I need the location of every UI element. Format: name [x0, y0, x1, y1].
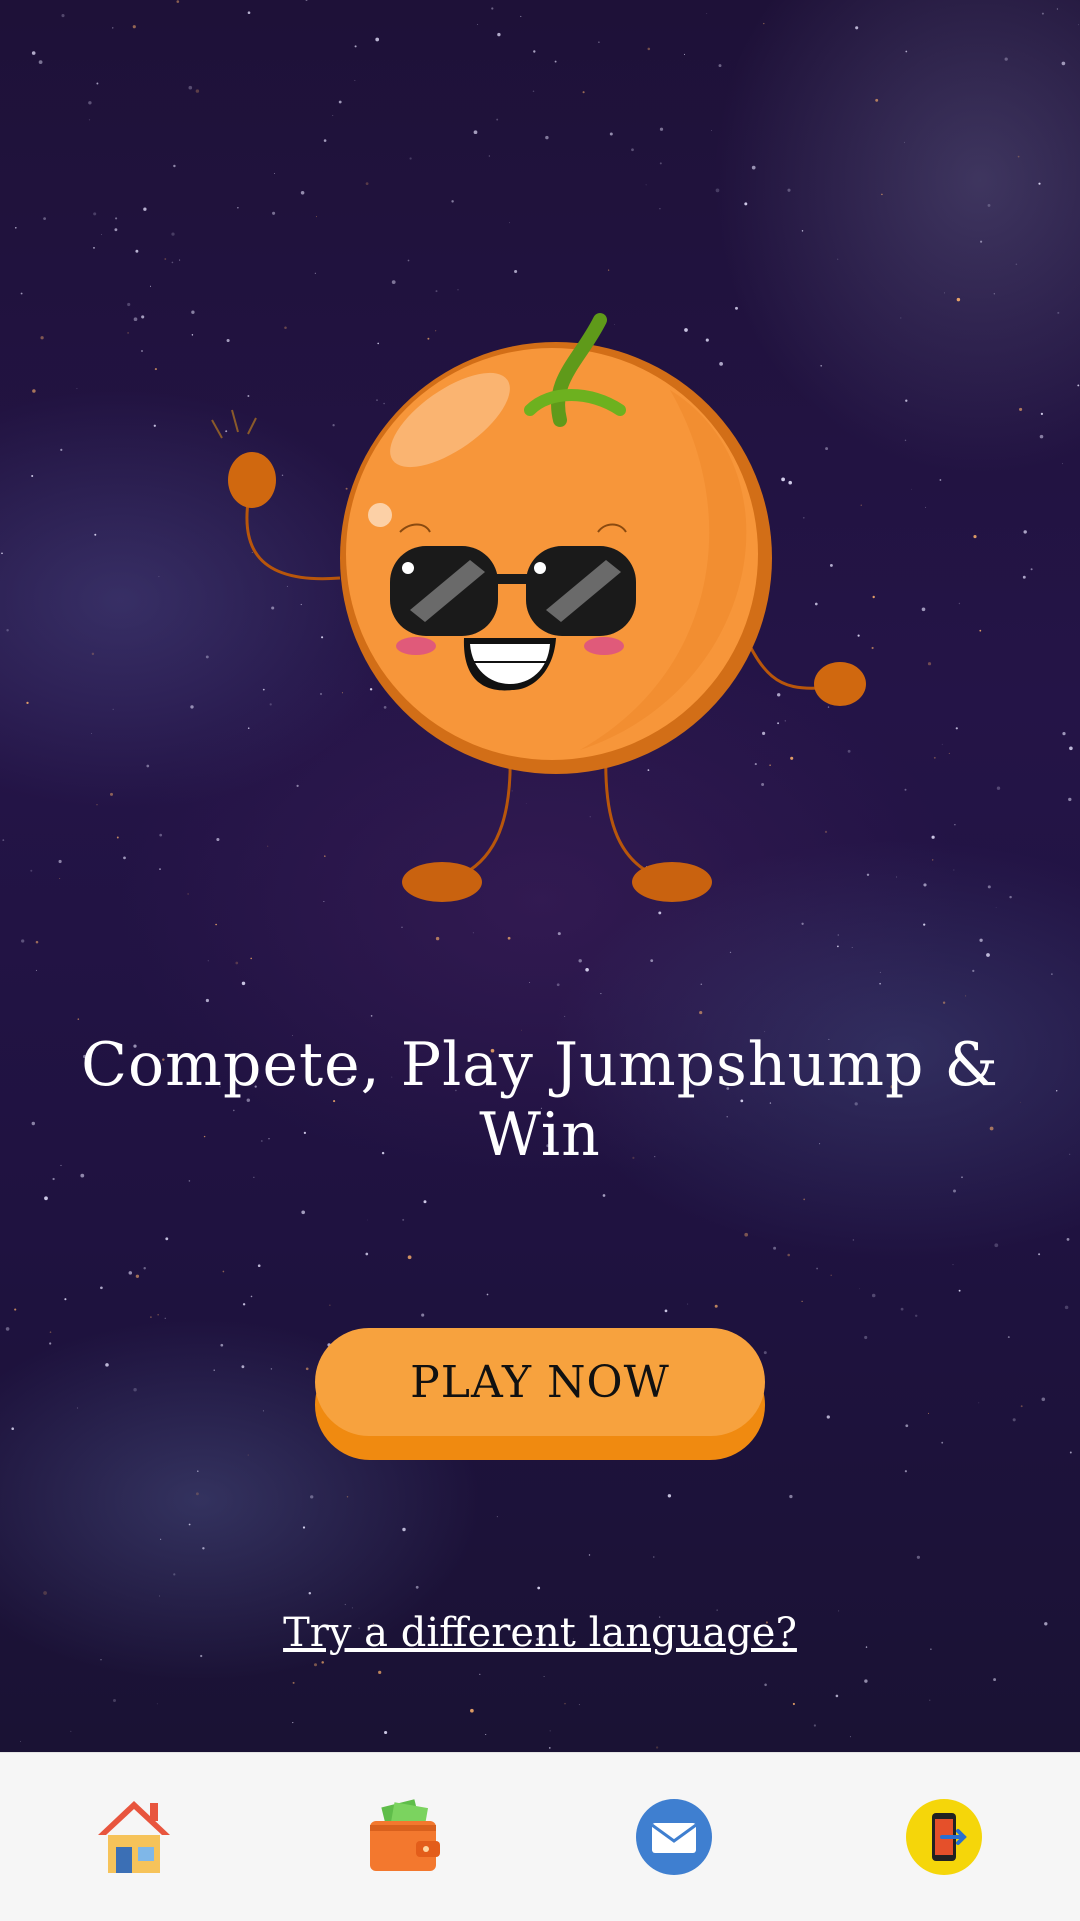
bottom-navigation: [0, 1752, 1080, 1921]
orange-mascot-image: [211, 313, 866, 902]
house-icon: [98, 1801, 170, 1873]
wallet-icon: [370, 1799, 440, 1871]
nav-wallet[interactable]: [362, 1795, 446, 1879]
language-link[interactable]: Try a different language?: [200, 1610, 880, 1656]
envelope-icon: [636, 1799, 712, 1875]
play-button-label: PLAY NOW: [315, 1328, 765, 1436]
phone-exit-icon: [906, 1799, 982, 1875]
play-now-button[interactable]: PLAY NOW: [315, 1328, 765, 1460]
nav-messages[interactable]: [632, 1795, 716, 1879]
nav-home[interactable]: [92, 1795, 176, 1879]
background-stage: [0, 0, 1080, 1752]
headline: Compete, Play Jumpshump & Win: [81, 1030, 999, 1170]
nav-logout[interactable]: [902, 1795, 986, 1879]
